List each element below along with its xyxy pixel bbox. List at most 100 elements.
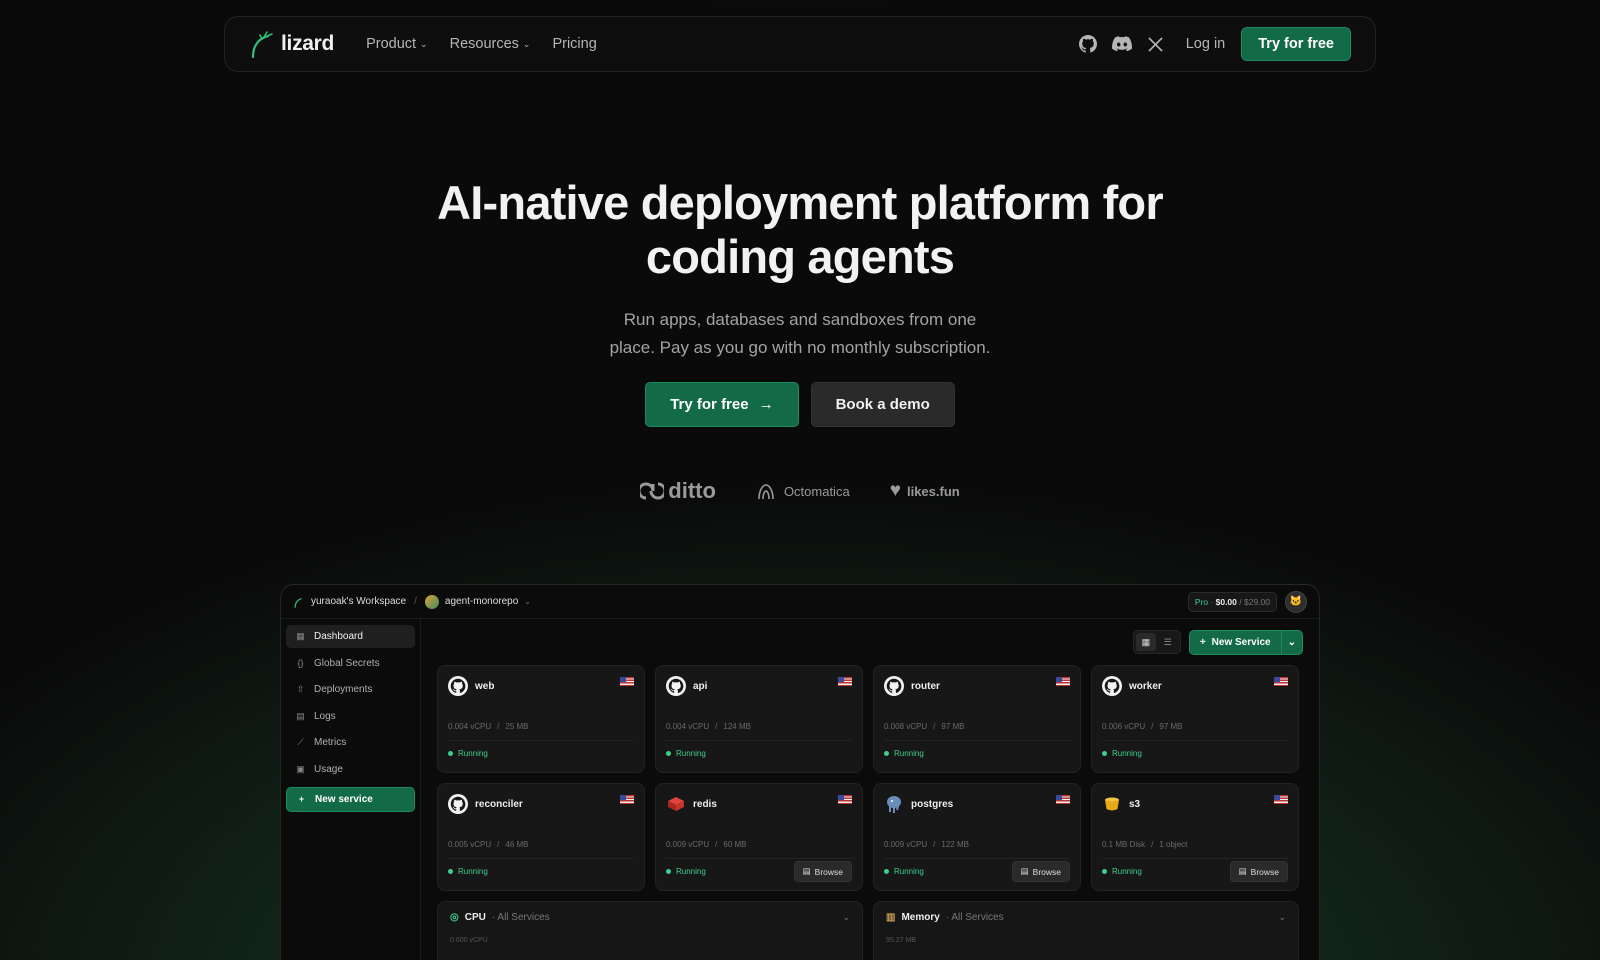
dashboard-preview: yuraoak's Workspace / agent-monorepo ⌄ P… <box>280 584 1320 960</box>
list-view-icon[interactable]: ☰ <box>1158 633 1178 651</box>
sidebar-item-dashboard[interactable]: ▦ Dashboard <box>286 625 415 648</box>
resource-separator: / <box>715 840 718 849</box>
status-label: Running <box>894 867 924 876</box>
memory-panel[interactable]: ▥ Memory · All Services ⌄ 95.27 MB <box>873 901 1299 960</box>
service-resource-primary: 0.004 vCPU <box>448 722 492 731</box>
browse-button[interactable]: ▤ Browse <box>1229 861 1288 882</box>
ditto-icon <box>640 482 665 500</box>
resource-separator: / <box>1151 722 1154 731</box>
browse-label: Browse <box>1250 866 1279 877</box>
user-avatar[interactable]: 🐱 <box>1285 590 1307 613</box>
sidebar-item-metrics[interactable]: ⟋ Metrics <box>286 731 415 754</box>
us-flag-icon <box>1056 795 1070 804</box>
service-resource-primary: 0.1 MB Disk <box>1102 840 1146 849</box>
lizard-logo-icon <box>251 31 273 58</box>
plus-icon: + <box>1199 636 1206 648</box>
cpu-panel[interactable]: ◎ CPU · All Services ⌄ 0.600 vCPU <box>437 901 863 960</box>
chevron-down-icon[interactable]: ⌄ <box>842 912 850 923</box>
service-name: router <box>911 680 940 692</box>
new-service-button[interactable]: + New Service ⌄ <box>1188 629 1303 655</box>
plus-icon: + <box>298 794 305 804</box>
nav-pricing[interactable]: Pricing <box>552 36 596 52</box>
status-dot <box>884 869 889 874</box>
status-dot <box>884 751 889 756</box>
ditto-label: ditto <box>668 478 716 503</box>
workspace-name: yuraoak's Workspace <box>311 596 407 607</box>
hero-try-for-free-button[interactable]: Try for free → <box>645 382 799 427</box>
top-navbar: lizard Product ⌄ Resources ⌄ Pricing Log i… <box>224 16 1376 72</box>
plan-usage-badge[interactable]: Pro · $0.00 / $29.00 <box>1187 591 1277 612</box>
sidebar-item-logs[interactable]: ▤ Logs <box>286 705 415 728</box>
view-toggle: ▦ ☰ <box>1132 630 1181 654</box>
resource-separator: / <box>933 840 936 849</box>
status-dot <box>448 869 453 874</box>
braces-icon: {} <box>297 658 304 668</box>
chevron-down-icon[interactable]: ⌄ <box>1280 630 1302 654</box>
service-resource-secondary: 124 MB <box>723 722 751 731</box>
status-label: Running <box>1112 749 1142 758</box>
sidebar-item-label: Metrics <box>314 737 347 748</box>
brand-logo[interactable]: lizard <box>249 30 334 58</box>
chart-icon: ⟋ <box>297 737 304 747</box>
plan-limit: / $29.00 <box>1239 596 1270 607</box>
sidebar-new-service-button[interactable]: + New service <box>286 786 415 812</box>
service-card-api[interactable]: api 0.004 vCPU / 124 MB Running <box>655 665 863 773</box>
service-card-router[interactable]: router 0.008 vCPU / 97 MB Running <box>873 665 1081 773</box>
github-icon[interactable] <box>1078 34 1098 54</box>
service-resources: 0.006 vCPU / 97 MB <box>1102 722 1288 741</box>
service-card-reconciler[interactable]: reconciler 0.005 vCPU / 46 MB Running <box>437 783 645 891</box>
service-card-postgres[interactable]: postgres 0.009 vCPU / 122 MB Running ▤ Brow… <box>873 783 1081 891</box>
service-resource-secondary: 60 MB <box>723 840 747 849</box>
plan-spent: $0.00 <box>1215 596 1237 607</box>
nav-resources[interactable]: Resources ⌄ <box>450 36 531 52</box>
service-card-web[interactable]: web 0.004 vCPU / 25 MB Running <box>437 665 645 773</box>
service-card-s3[interactable]: s3 0.1 MB Disk / 1 object Running ▤ Browse <box>1091 783 1299 891</box>
rocket-icon: ⇧ <box>296 684 305 694</box>
status-badge: Running <box>666 749 706 758</box>
service-resources: 0.1 MB Disk / 1 object <box>1102 840 1288 859</box>
try-for-free-button[interactable]: Try for free <box>1241 27 1351 61</box>
chevron-down-icon[interactable]: ⌄ <box>1278 912 1286 923</box>
status-badge: Running <box>884 867 924 876</box>
hero-subtitle: Run apps, databases and sandboxes from o… <box>590 306 1010 362</box>
service-name: reconciler <box>475 798 523 810</box>
customer-logo-ditto: ditto <box>640 478 716 504</box>
nav-product[interactable]: Product ⌄ <box>366 36 428 52</box>
x-icon[interactable] <box>1146 34 1166 54</box>
panel-title: Memory <box>901 912 940 923</box>
browse-button[interactable]: ▤ Browse <box>1011 861 1070 882</box>
chevron-down-icon: ⌄ <box>420 38 428 49</box>
grid-view-icon[interactable]: ▦ <box>1135 633 1156 651</box>
hero-subtitle-line-2: place. Pay as you go with no monthly sub… <box>609 338 991 357</box>
sidebar-item-label: Dashboard <box>314 631 363 642</box>
browse-label: Browse <box>1032 866 1061 877</box>
postgres-icon <box>884 794 904 814</box>
status-label: Running <box>458 867 488 876</box>
project-selector[interactable]: agent-monorepo ⌄ <box>424 594 531 609</box>
bucket-icon <box>1102 794 1122 814</box>
discord-icon[interactable] <box>1111 34 1132 54</box>
book-demo-button[interactable]: Book a demo <box>810 382 955 427</box>
login-link[interactable]: Log in <box>1186 36 1226 52</box>
service-name: worker <box>1129 680 1162 692</box>
us-flag-icon <box>1056 677 1070 686</box>
status-dot <box>666 751 671 756</box>
workspace-crumb[interactable]: yuraoak's Workspace <box>293 596 406 608</box>
table-icon: ▤ <box>1020 866 1029 876</box>
service-resources: 0.004 vCPU / 124 MB <box>666 722 852 741</box>
panel-title: CPU <box>464 912 486 923</box>
us-flag-icon <box>1274 795 1288 804</box>
service-resources: 0.004 vCPU / 25 MB <box>448 722 634 741</box>
sidebar-item-usage[interactable]: ▣ Usage <box>286 758 415 781</box>
octomatica-label: Octomatica <box>783 483 850 499</box>
service-resources: 0.005 vCPU / 46 MB <box>448 840 634 859</box>
service-resource-secondary: 25 MB <box>505 722 529 731</box>
sidebar-item-global-secrets[interactable]: {} Global Secrets <box>286 652 415 675</box>
table-icon: ▤ <box>802 866 811 876</box>
browse-button[interactable]: ▤ Browse <box>793 861 852 882</box>
sidebar-item-deployments[interactable]: ⇧ Deployments <box>286 678 415 701</box>
status-label: Running <box>676 749 706 758</box>
octopus-icon <box>758 484 774 500</box>
service-card-redis[interactable]: redis 0.009 vCPU / 60 MB Running ▤ Browse <box>655 783 863 891</box>
service-card-worker[interactable]: worker 0.006 vCPU / 97 MB Running <box>1091 665 1299 773</box>
